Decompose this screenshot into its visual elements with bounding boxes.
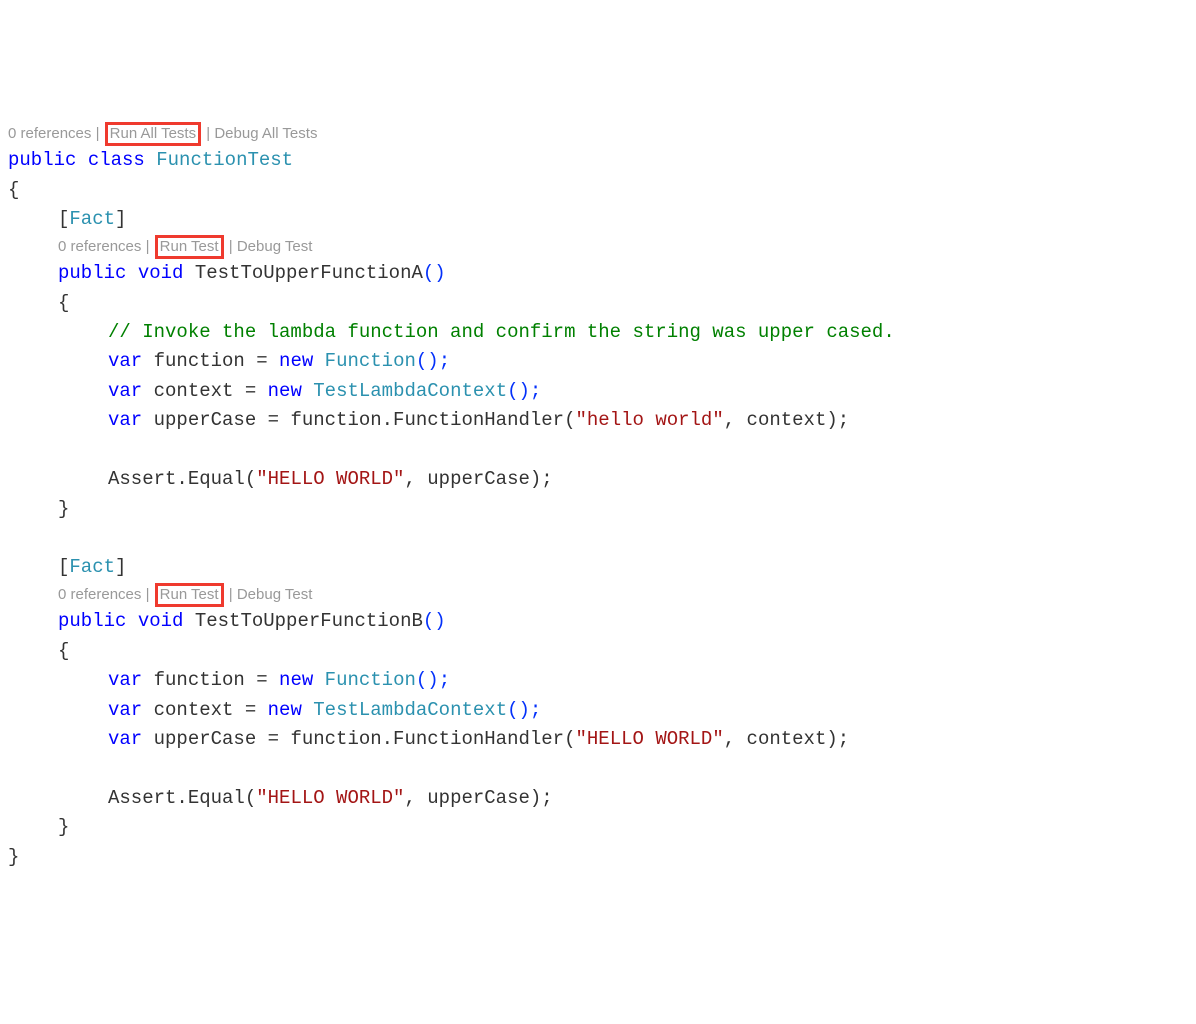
- assert-end: , upperCase);: [404, 787, 552, 809]
- run-test-highlight: Run Test: [155, 235, 224, 260]
- references-link[interactable]: 0 references: [58, 238, 141, 255]
- type-testlambdacontext: TestLambdaContext: [302, 699, 507, 721]
- blank-line: [8, 436, 1188, 465]
- type-function: Function: [313, 669, 416, 691]
- assign: function =: [142, 669, 279, 691]
- keyword-var: var: [108, 728, 142, 750]
- references-link[interactable]: 0 references: [58, 586, 141, 603]
- brace-close: }: [8, 843, 1188, 872]
- expr: upperCase = function.FunctionHandler(: [142, 728, 575, 750]
- debug-all-tests-link[interactable]: Debug All Tests: [214, 125, 317, 142]
- codelens-separator: |: [206, 125, 210, 142]
- blank-line: [8, 524, 1188, 553]
- method-signature-a: public void TestToUpperFunctionA(): [8, 259, 1188, 288]
- assert-a: Assert.Equal("HELLO WORLD", upperCase);: [8, 465, 1188, 494]
- call-parens: ();: [507, 699, 541, 721]
- brace-close: }: [8, 495, 1188, 524]
- string-literal: "hello world": [576, 409, 724, 431]
- references-link[interactable]: 0 references: [8, 125, 91, 142]
- class-declaration: public class FunctionTest: [8, 146, 1188, 175]
- var-uppercase-b: var upperCase = function.FunctionHandler…: [8, 725, 1188, 754]
- keyword-var: var: [108, 699, 142, 721]
- codelens-separator: |: [146, 238, 150, 255]
- string-literal: "HELLO WORLD": [256, 787, 404, 809]
- keyword-class: class: [88, 149, 145, 171]
- brace-close: }: [8, 813, 1188, 842]
- expr-end: , context);: [724, 409, 849, 431]
- assert-end: , upperCase);: [404, 468, 552, 490]
- parens: (): [423, 610, 446, 632]
- type-testlambdacontext: TestLambdaContext: [302, 380, 507, 402]
- class-name: FunctionTest: [156, 149, 293, 171]
- keyword-new: new: [279, 350, 313, 372]
- keyword-new: new: [268, 699, 302, 721]
- expr: upperCase = function.FunctionHandler(: [142, 409, 575, 431]
- method-signature-b: public void TestToUpperFunctionB(): [8, 607, 1188, 636]
- fact-attribute-a: [Fact]: [8, 205, 1188, 234]
- keyword-public: public: [8, 149, 76, 171]
- brace-open: {: [8, 289, 1188, 318]
- keyword-var: var: [108, 669, 142, 691]
- run-all-tests-highlight: Run All Tests: [105, 122, 201, 147]
- brace-open: {: [8, 176, 1188, 205]
- var-function-b: var function = new Function();: [8, 666, 1188, 695]
- keyword-var: var: [108, 350, 142, 372]
- var-context-b: var context = new TestLambdaContext();: [8, 696, 1188, 725]
- run-test-highlight: Run Test: [155, 583, 224, 608]
- fact-attribute-b: [Fact]: [8, 553, 1188, 582]
- debug-test-link[interactable]: Debug Test: [237, 586, 313, 603]
- method-name: TestToUpperFunctionA: [195, 262, 423, 284]
- run-test-link[interactable]: Run Test: [160, 586, 219, 603]
- string-literal: "HELLO WORLD": [576, 728, 724, 750]
- keyword-void: void: [138, 262, 184, 284]
- keyword-new: new: [279, 669, 313, 691]
- method-name: TestToUpperFunctionB: [195, 610, 423, 632]
- assign: context =: [142, 380, 267, 402]
- assign: context =: [142, 699, 267, 721]
- code-editor[interactable]: 0 references | Run All Tests | Debug All…: [8, 122, 1188, 873]
- assert-call: Assert.Equal(: [108, 468, 256, 490]
- run-all-tests-link[interactable]: Run All Tests: [110, 125, 196, 142]
- comment: // Invoke the lambda function and confir…: [8, 318, 1188, 347]
- keyword-public: public: [58, 262, 126, 284]
- assert-b: Assert.Equal("HELLO WORLD", upperCase);: [8, 784, 1188, 813]
- call-parens: ();: [416, 350, 450, 372]
- var-function-a: var function = new Function();: [8, 347, 1188, 376]
- codelens-separator: |: [96, 125, 100, 142]
- expr-end: , context);: [724, 728, 849, 750]
- assert-call: Assert.Equal(: [108, 787, 256, 809]
- parens: (): [423, 262, 446, 284]
- method-codelens-b: 0 references | Run Test | Debug Test: [8, 583, 1188, 608]
- blank-line: [8, 755, 1188, 784]
- codelens-separator: |: [146, 586, 150, 603]
- keyword-var: var: [108, 380, 142, 402]
- keyword-var: var: [108, 409, 142, 431]
- brace-open: {: [8, 637, 1188, 666]
- call-parens: ();: [507, 380, 541, 402]
- run-test-link[interactable]: Run Test: [160, 238, 219, 255]
- string-literal: "HELLO WORLD": [256, 468, 404, 490]
- keyword-void: void: [138, 610, 184, 632]
- call-parens: ();: [416, 669, 450, 691]
- codelens-separator: |: [229, 586, 233, 603]
- var-uppercase-a: var upperCase = function.FunctionHandler…: [8, 406, 1188, 435]
- codelens-separator: |: [229, 238, 233, 255]
- var-context-a: var context = new TestLambdaContext();: [8, 377, 1188, 406]
- class-codelens: 0 references | Run All Tests | Debug All…: [8, 122, 1188, 147]
- keyword-public: public: [58, 610, 126, 632]
- type-function: Function: [313, 350, 416, 372]
- assign: function =: [142, 350, 279, 372]
- keyword-new: new: [268, 380, 302, 402]
- debug-test-link[interactable]: Debug Test: [237, 238, 313, 255]
- method-codelens-a: 0 references | Run Test | Debug Test: [8, 235, 1188, 260]
